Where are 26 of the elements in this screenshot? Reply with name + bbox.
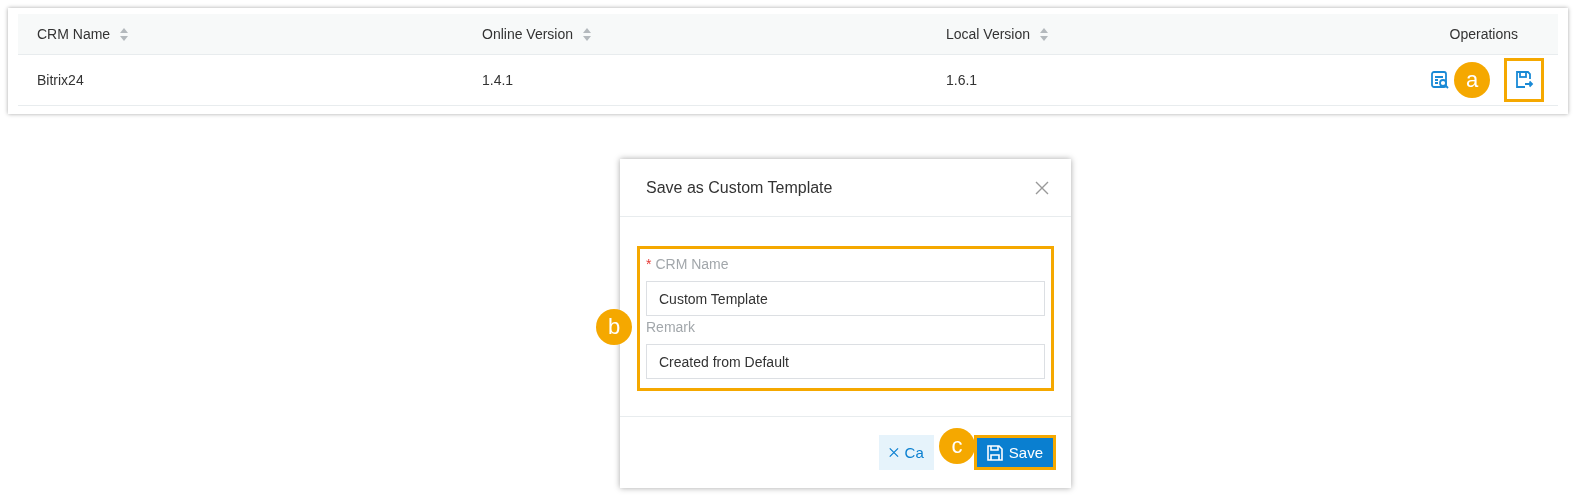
callout-badge: b bbox=[596, 309, 632, 345]
cancel-button[interactable]: Ca bbox=[878, 435, 934, 470]
required-mark: * bbox=[646, 256, 652, 272]
input-field[interactable]: Custom Template bbox=[646, 281, 1045, 316]
table-cell-text: 1.6.1 bbox=[946, 72, 979, 88]
column-header: Online Version bbox=[482, 26, 574, 42]
table-cell-text: 1.4.1 bbox=[482, 72, 515, 88]
field-label: Remark bbox=[646, 319, 695, 335]
callout-badge: a bbox=[1454, 62, 1490, 98]
table-cell-text: Bitrix24 bbox=[37, 72, 85, 88]
column-header: CRM Name bbox=[37, 26, 111, 42]
sort-icon[interactable] bbox=[1040, 27, 1049, 41]
dialog-title: Save as Custom Template bbox=[646, 178, 833, 197]
column-header: Local Version bbox=[946, 26, 1031, 42]
sort-icon[interactable] bbox=[120, 27, 129, 41]
close-icon[interactable] bbox=[1035, 180, 1049, 195]
callout-badge: c bbox=[939, 428, 975, 464]
sort-icon[interactable] bbox=[583, 27, 592, 41]
save-export-icon bbox=[1514, 70, 1534, 90]
column-header: Operations bbox=[1449, 26, 1518, 42]
document-search-icon bbox=[1430, 70, 1450, 90]
field-label: CRM Name bbox=[655, 256, 729, 272]
x-icon bbox=[888, 446, 899, 459]
save-template-button[interactable] bbox=[1504, 58, 1544, 102]
input-field[interactable]: Created from Default bbox=[646, 344, 1045, 379]
save-button[interactable]: Save bbox=[973, 435, 1056, 470]
